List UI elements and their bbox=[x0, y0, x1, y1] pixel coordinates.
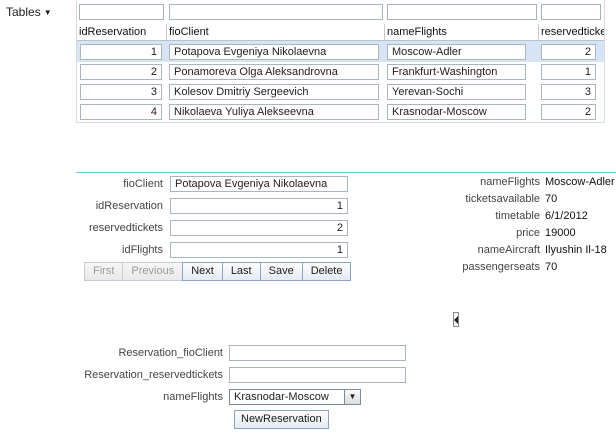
reservations-grid: idReservation fioClient nameFlights rese… bbox=[76, 0, 605, 123]
chevron-down-icon[interactable]: ▼ bbox=[344, 390, 360, 404]
table-cell-nameFlights[interactable]: Krasnodar-Moscow bbox=[387, 104, 526, 120]
table-cell-nameFlights[interactable]: Yerevan-Sochi bbox=[387, 84, 526, 100]
detail-value: 6/1/2012 bbox=[545, 210, 588, 222]
filter-nameFlights-input[interactable] bbox=[387, 4, 537, 20]
column-header-nameFlights[interactable]: nameFlights bbox=[385, 24, 539, 40]
new-fioClient-label: Reservation_fioClient bbox=[118, 347, 223, 359]
previous-button[interactable]: Previous bbox=[122, 262, 184, 281]
idFlights-field[interactable]: 1 bbox=[170, 242, 348, 258]
first-button[interactable]: First bbox=[84, 262, 124, 281]
detail-label: timetable bbox=[495, 210, 540, 222]
table-cell-fioClient[interactable]: Nikolaeva Yuliya Alekseevna bbox=[169, 104, 379, 120]
new-reservedtickets-label: Reservation_reservedtickets bbox=[84, 369, 223, 381]
table-cell-fioClient[interactable]: Potapova Evgeniya Nikolaevna bbox=[169, 44, 379, 60]
detail-label: price bbox=[516, 227, 540, 239]
section-separator bbox=[76, 172, 616, 173]
new-reservation-button[interactable]: NewReservation bbox=[234, 410, 329, 429]
table-cell-nameFlights[interactable]: Moscow-Adler bbox=[387, 44, 526, 60]
new-nameFlights-label: nameFlights bbox=[163, 391, 223, 403]
column-header-reservedtickets[interactable]: reservedtickets bbox=[539, 24, 604, 40]
detail-value: 70 bbox=[545, 193, 558, 205]
next-button[interactable]: Next bbox=[182, 262, 223, 281]
table-cell-idReservation[interactable]: 4 bbox=[80, 104, 162, 120]
filter-reservedtickets-input[interactable] bbox=[541, 4, 601, 20]
filter-fioClient-input[interactable] bbox=[169, 4, 383, 20]
table-cell-fioClient[interactable]: Ponamoreva Olga Aleksandrovna bbox=[169, 64, 379, 80]
header-divider bbox=[77, 40, 604, 41]
detail-label: ticketsavailable bbox=[465, 193, 540, 205]
detail-value: 19000 bbox=[545, 227, 576, 239]
detail-value: 70 bbox=[545, 261, 558, 273]
delete-button[interactable]: Delete bbox=[301, 262, 352, 281]
table-cell-reservedtickets[interactable]: 2 bbox=[541, 44, 596, 60]
detail-label: nameFlights bbox=[480, 176, 540, 188]
last-button[interactable]: Last bbox=[221, 262, 261, 281]
detail-value: Moscow-Adler bbox=[545, 176, 615, 188]
idFlights-label: idFlights bbox=[122, 244, 163, 256]
idReservation-field[interactable]: 1 bbox=[170, 198, 348, 214]
table-cell-reservedtickets[interactable]: 2 bbox=[541, 104, 596, 120]
table-cell-reservedtickets[interactable]: 3 bbox=[541, 84, 596, 100]
table-cell-fioClient[interactable]: Kolesov Dmitriy Sergeevich bbox=[169, 84, 379, 100]
flight-details-labels: nameFlights ticketsavailable timetable p… bbox=[420, 176, 540, 276]
detail-value: Ilyushin Il-18 bbox=[545, 244, 607, 256]
table-cell-nameFlights[interactable]: Frankfurt-Washington bbox=[387, 64, 526, 80]
column-header-idReservation[interactable]: idReservation bbox=[77, 24, 167, 40]
chevron-down-icon: ▼ bbox=[43, 8, 52, 17]
idReservation-label: idReservation bbox=[95, 200, 163, 212]
record-navigation: First Previous Next Last Save Delete bbox=[84, 262, 352, 281]
detail-label: nameAircraft bbox=[477, 244, 540, 256]
table-cell-idReservation[interactable]: 1 bbox=[80, 44, 162, 60]
table-cell-idReservation[interactable]: 3 bbox=[80, 84, 162, 100]
table-cell-idReservation[interactable]: 2 bbox=[80, 64, 162, 80]
new-fioClient-input[interactable] bbox=[229, 345, 406, 361]
column-header-fioClient[interactable]: fioClient bbox=[167, 24, 385, 40]
save-button[interactable]: Save bbox=[259, 262, 303, 281]
reservedtickets-label: reservedtickets bbox=[89, 222, 163, 234]
fioClient-label: fioClient bbox=[123, 178, 163, 190]
nameFlights-selected-value: Krasnodar-Moscow bbox=[234, 391, 329, 403]
table-cell-reservedtickets[interactable]: 1 bbox=[541, 64, 596, 80]
tables-menu-label: Tables bbox=[6, 5, 41, 19]
detail-label: passengerseats bbox=[462, 261, 540, 273]
filter-idReservation-input[interactable] bbox=[79, 4, 164, 20]
new-reservedtickets-input[interactable] bbox=[229, 367, 406, 383]
reservedtickets-field[interactable]: 2 bbox=[170, 220, 348, 236]
fioClient-field[interactable]: Potapova Evgeniya Nikolaevna bbox=[170, 176, 348, 192]
nameFlights-select[interactable]: Krasnodar-Moscow ▼ bbox=[229, 389, 361, 405]
collapse-panel-icon[interactable] bbox=[453, 312, 459, 327]
tables-menu[interactable]: Tables ▼ bbox=[6, 5, 52, 19]
